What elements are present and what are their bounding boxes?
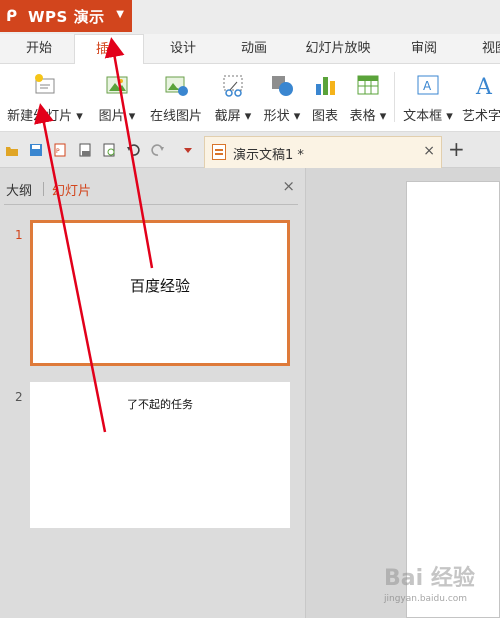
slide-number: 1 — [15, 228, 23, 242]
menu-tabs: 开始 插入 设计 动画 幻灯片放映 审阅 视图 — [0, 34, 500, 65]
editing-canvas — [306, 168, 500, 618]
print-icon[interactable] — [78, 143, 92, 157]
shape-button[interactable]: 形状 ▾ — [259, 68, 305, 128]
wordart-icon: A — [475, 75, 493, 98]
tab-outline[interactable]: 大纲 — [6, 180, 32, 199]
new-slide-button[interactable]: 新建幻灯片 ▾ — [2, 68, 88, 128]
caret-down-icon: ▼ — [116, 9, 124, 20]
slides-panel: 大纲 幻灯片 × 1 百度经验 2 了不起的任务 — [0, 168, 306, 618]
screenshot-button[interactable]: 截屏 ▾ — [210, 68, 256, 128]
slide-thumbnail-1[interactable]: 百度经验 — [30, 220, 290, 366]
slide-thumbnail-2[interactable]: 了不起的任务 — [30, 382, 290, 528]
svg-text:A: A — [423, 79, 432, 93]
online-picture-label: 在线图片 — [149, 109, 202, 124]
redo-icon[interactable] — [151, 143, 165, 157]
chart-label: 图表 — [311, 109, 338, 124]
customize-dropdown-icon[interactable] — [181, 143, 195, 157]
shape-label: 形状 — [263, 109, 290, 124]
app-name: WPS 演示 — [28, 7, 105, 26]
bar-chart-icon — [316, 77, 335, 95]
wordart-label: 艺术字 — [462, 109, 500, 124]
open-folder-icon[interactable] — [5, 143, 19, 157]
picture-label: 图片 — [98, 109, 125, 124]
close-panel-icon[interactable]: × — [282, 177, 295, 195]
picture-button[interactable]: 图片 ▾ — [94, 68, 140, 128]
tab-home[interactable]: 开始 — [14, 34, 64, 64]
tab-design[interactable]: 设计 — [158, 34, 208, 64]
presentation-file-icon — [212, 144, 226, 160]
pdf-icon[interactable]: P — [53, 143, 67, 157]
tab-insert[interactable]: 插入 — [74, 34, 144, 65]
svg-text:A: A — [475, 75, 493, 98]
print-preview-icon[interactable] — [102, 143, 116, 157]
tab-view[interactable]: 视图 — [470, 34, 500, 64]
wps-logo-icon: ᑭ — [6, 7, 18, 25]
online-picture-button[interactable]: 在线图片 — [145, 68, 207, 128]
document-tab[interactable]: 演示文稿1 * × — [204, 136, 442, 168]
tab-slides[interactable]: 幻灯片 — [52, 180, 91, 199]
panel-divider — [4, 204, 298, 205]
shapes-icon — [272, 76, 293, 96]
new-slide-label: 新建幻灯片 — [7, 109, 73, 124]
table-icon — [357, 75, 379, 95]
table-button[interactable]: 表格 ▾ — [345, 68, 391, 128]
chart-button[interactable]: 图表 — [308, 68, 342, 128]
slide-number: 2 — [15, 390, 23, 404]
insert-ribbon: 新建幻灯片 ▾ 图片 ▾ 在线图片 截屏 ▾ 形状 ▾ 图表 表格 ▾ A 文本… — [0, 64, 500, 132]
slide-1-title: 百度经验 — [129, 277, 190, 295]
slide-2-title: 了不起的任务 — [127, 398, 193, 411]
save-icon[interactable] — [29, 143, 43, 157]
online-picture-icon — [165, 76, 188, 96]
watermark-main: Bai 经验 — [384, 566, 475, 591]
document-title: 演示文稿1 * — [233, 148, 304, 163]
tab-review[interactable]: 审阅 — [399, 34, 449, 64]
screenshot-label: 截屏 — [214, 109, 241, 124]
undo-icon[interactable] — [126, 143, 140, 157]
watermark-url: jingyan.baidu.com — [384, 594, 468, 604]
svg-text:P: P — [56, 148, 60, 155]
quick-access-bar: P 演示文稿1 * × + — [0, 132, 500, 168]
baidu-watermark: Bai 经验 jingyan.baidu.com — [384, 560, 475, 604]
ribbon-divider — [394, 72, 395, 122]
textbox-button[interactable]: A 文本框 ▾ — [398, 68, 458, 128]
title-bar: ᑭ WPS 演示 ▼ — [0, 0, 500, 34]
textbox-icon: A — [417, 75, 439, 95]
textbox-label: 文本框 — [403, 109, 443, 124]
tab-slideshow[interactable]: 幻灯片放映 — [298, 34, 378, 64]
panel-tab-divider — [43, 182, 44, 196]
scissors-icon — [223, 75, 243, 97]
app-menu-button[interactable]: ᑭ WPS 演示 ▼ — [0, 0, 132, 32]
new-tab-button[interactable]: + — [448, 137, 465, 161]
tab-animation[interactable]: 动画 — [229, 34, 279, 64]
picture-icon — [106, 76, 128, 94]
close-tab-icon[interactable]: × — [423, 143, 435, 159]
new-slide-icon — [35, 74, 55, 94]
wordart-button[interactable]: A 艺术字 — [462, 68, 500, 128]
table-label: 表格 — [349, 109, 376, 124]
current-slide[interactable] — [406, 181, 500, 618]
